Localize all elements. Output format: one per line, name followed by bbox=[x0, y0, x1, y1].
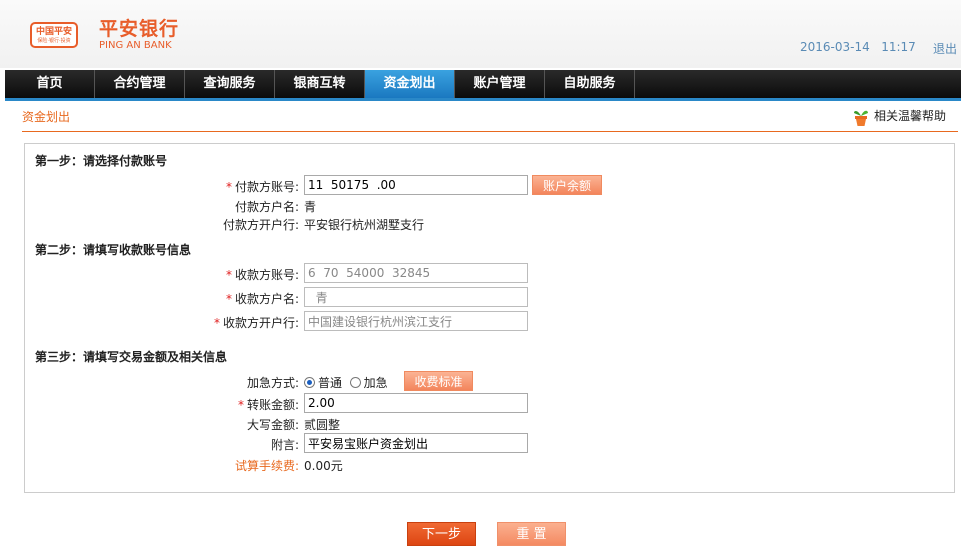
nav-home[interactable]: 首页 bbox=[5, 70, 95, 98]
section-divider bbox=[22, 131, 958, 132]
urgency-options: 普通 加急 bbox=[304, 374, 388, 391]
brand-name-cn: 平安银行 bbox=[99, 18, 180, 40]
plant-pot-icon bbox=[852, 107, 870, 127]
urgency-express-option[interactable]: 加急 bbox=[349, 376, 388, 390]
nav-account-management[interactable]: 账户管理 bbox=[455, 70, 545, 98]
payee-name-label: * 收款方户名: bbox=[225, 292, 299, 306]
payer-account-label: * 付款方账号: bbox=[225, 180, 299, 194]
payee-bank-input[interactable] bbox=[304, 311, 528, 331]
payer-account-input[interactable] bbox=[304, 175, 528, 195]
step2-title: 第二步：请填写收款账号信息 bbox=[35, 243, 192, 257]
payer-name-label: 付款方户名: bbox=[234, 200, 299, 214]
step1-title: 第一步：请选择付款账号 bbox=[35, 154, 168, 168]
amount-upper-label: 大写金额: bbox=[246, 418, 299, 432]
nav-self-service[interactable]: 自助服务 bbox=[545, 70, 635, 98]
logout-link[interactable]: 退出 bbox=[933, 40, 957, 57]
payee-account-label: * 收款方账号: bbox=[225, 268, 299, 282]
payee-name-input[interactable] bbox=[304, 287, 528, 307]
brand-name-en: PING AN BANK bbox=[99, 40, 172, 51]
current-date: 2016-03-14 bbox=[800, 40, 870, 54]
account-balance-button[interactable]: 账户余额 bbox=[532, 175, 602, 195]
radio-empty-icon bbox=[349, 377, 361, 388]
payer-name-value: 青 bbox=[304, 200, 317, 214]
amount-input[interactable] bbox=[304, 393, 528, 413]
help-link[interactable]: 相关温馨帮助 bbox=[852, 106, 946, 126]
step3-title: 第三步：请填写交易金额及相关信息 bbox=[35, 350, 228, 364]
memo-input[interactable] bbox=[304, 433, 528, 453]
app-header: 中国平安 保险·银行·投资 平安银行 PING AN BANK 2016-03-… bbox=[0, 0, 961, 68]
fee-standard-button[interactable]: 收费标准 bbox=[404, 371, 473, 391]
urgency-label: 加急方式: bbox=[246, 376, 299, 390]
bank-brand: 平安银行 PING AN BANK bbox=[99, 18, 179, 52]
fee-estimate-label: 试算手续费: bbox=[234, 459, 299, 473]
logo-text: 中国平安 bbox=[35, 27, 72, 37]
payee-account-input[interactable] bbox=[304, 263, 528, 283]
reset-button[interactable]: 重 置 bbox=[497, 522, 566, 546]
amount-upper-value: 贰圆整 bbox=[304, 418, 341, 432]
breadcrumb: 资金划出 bbox=[22, 110, 71, 124]
payer-bank-label: 付款方开户行: bbox=[222, 218, 299, 232]
nav-funds-transfer-out[interactable]: 资金划出 bbox=[365, 70, 455, 98]
urgency-normal-option[interactable]: 普通 bbox=[304, 376, 342, 390]
current-time: 11:17 bbox=[881, 40, 916, 54]
radio-selected-icon bbox=[304, 377, 315, 388]
help-label: 相关温馨帮助 bbox=[874, 109, 947, 123]
pingan-logo: 中国平安 保险·银行·投资 bbox=[30, 22, 78, 48]
main-nav: 首页 合约管理 查询服务 银商互转 资金划出 账户管理 自助服务 bbox=[5, 70, 961, 101]
nav-bank-securities-transfer[interactable]: 银商互转 bbox=[275, 70, 365, 98]
payer-bank-value: 平安银行杭州湖墅支行 bbox=[304, 218, 425, 232]
nav-query-service[interactable]: 查询服务 bbox=[185, 70, 275, 98]
current-datetime: 2016-03-14 11:17 bbox=[800, 40, 916, 54]
payee-bank-label: * 收款方开户行: bbox=[213, 316, 299, 330]
fee-estimate-value: 0.00元 bbox=[304, 459, 343, 473]
memo-label: 附言: bbox=[270, 438, 299, 452]
next-step-button[interactable]: 下一步 bbox=[407, 522, 476, 546]
nav-contract-management[interactable]: 合约管理 bbox=[95, 70, 185, 98]
amount-label: * 转账金额: bbox=[237, 398, 299, 412]
logo-subtext: 保险·银行·投资 bbox=[37, 38, 71, 44]
